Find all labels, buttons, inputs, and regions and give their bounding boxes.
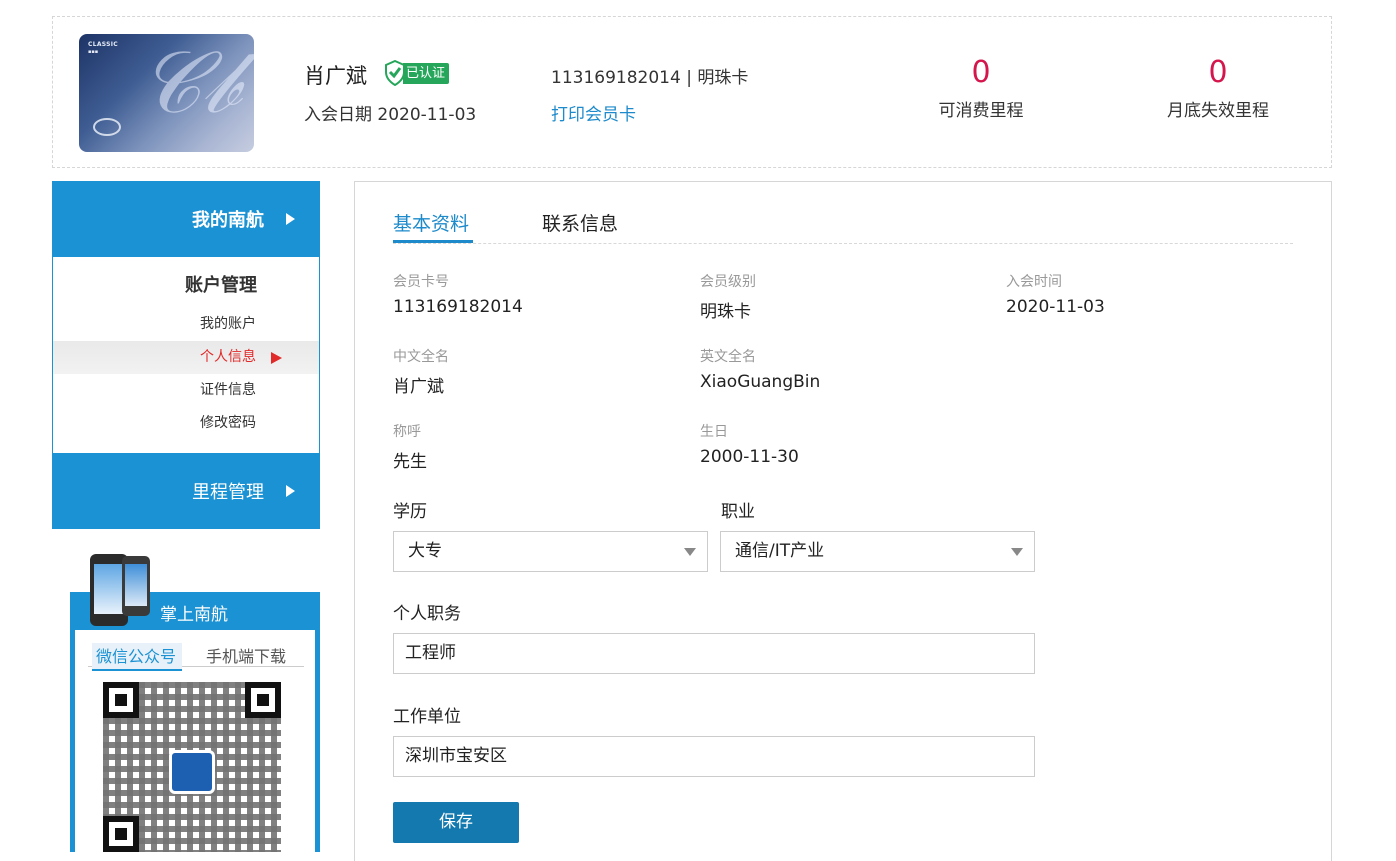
sidebar-item-id-info[interactable]: 证件信息 [53, 374, 319, 407]
stat-value: 0 [971, 55, 991, 90]
verified-label: 已认证 [403, 62, 450, 84]
sidebar-item-miles-management[interactable]: 里程管理 [52, 453, 320, 529]
print-card-link[interactable]: 打印会员卡 [551, 100, 636, 125]
field-label-join-time: 入会时间 [1006, 274, 1062, 290]
occupation-select[interactable]: 通信/IT产业 [720, 531, 1035, 572]
occupation-select-value: 通信/IT产业 [735, 541, 825, 561]
stat-expiring-miles: 0 月底失效里程 [1128, 55, 1308, 121]
qr-finder [103, 682, 139, 718]
verified-badge: 已认证 [384, 60, 450, 86]
tab-basic-info[interactable]: 基本资料 [393, 209, 469, 236]
sidebar-section-title: 账户管理 [185, 275, 257, 296]
card-subtext: ▪▪▪ [88, 49, 99, 55]
sidebar-item-my-account[interactable]: 我的账户 [53, 308, 319, 341]
promo-tabs: 微信公众号 手机端下载 [88, 643, 304, 671]
phone-image [122, 556, 150, 616]
occupation-label: 职业 [721, 502, 755, 522]
field-label-salutation: 称呼 [393, 424, 421, 440]
caret-down-icon [684, 548, 696, 556]
position-input[interactable]: 工程师 [393, 633, 1035, 674]
tab-app-download[interactable]: 手机端下载 [206, 643, 286, 667]
triangle-right-icon [286, 213, 295, 225]
field-label-chinese-name: 中文全名 [393, 349, 449, 365]
card-logo-icon [93, 118, 121, 136]
sidebar-item-label: 修改密码 [200, 415, 256, 431]
sidebar-header-label: 我的南航 [192, 210, 264, 231]
field-label-member-level: 会员级别 [700, 274, 756, 290]
field-value-join-time: 2020-11-03 [1006, 297, 1105, 317]
field-value-card-number: 113169182014 [393, 297, 523, 317]
education-label: 学历 [393, 502, 427, 522]
field-value-member-level: 明珠卡 [700, 302, 751, 322]
caret-down-icon [1011, 548, 1023, 556]
field-value-chinese-name: 肖广斌 [393, 377, 444, 397]
tab-contact-info[interactable]: 联系信息 [542, 209, 618, 236]
position-label: 个人职务 [393, 604, 461, 624]
employer-input[interactable]: 深圳市宝安区 [393, 736, 1035, 777]
stat-label: 月底失效里程 [1167, 101, 1269, 121]
mobile-app-promo: 掌上南航 微信公众号 手机端下载 [70, 554, 320, 852]
member-name: 肖广斌 [304, 64, 367, 88]
sidebar-item-label: 个人信息 [200, 349, 256, 365]
personal-info-panel: 基本资料 联系信息 会员卡号 113169182014 会员级别 明珠卡 入会时… [354, 181, 1332, 861]
active-tab-indicator [393, 240, 473, 243]
qr-logo-icon [169, 750, 215, 794]
membership-card-image: CLASSIC ▪▪▪ 𝒞𝒷 [79, 34, 254, 152]
stat-redeemable-miles: 0 可消费里程 [891, 55, 1071, 121]
promo-title: 掌上南航 [160, 605, 228, 625]
triangle-right-icon [271, 352, 282, 364]
save-button[interactable]: 保存 [393, 802, 519, 843]
field-value-birthday: 2000-11-30 [700, 447, 799, 467]
card-classic-text: CLASSIC [88, 41, 118, 48]
card-number-tier: 113169182014 | 明珠卡 [551, 68, 749, 88]
position-input-value: 工程师 [405, 643, 456, 663]
triangle-right-icon [286, 485, 295, 497]
field-value-english-name: XiaoGuangBin [700, 372, 821, 392]
qr-code-image [103, 682, 281, 852]
field-label-english-name: 英文全名 [700, 349, 756, 365]
education-select-value: 大专 [408, 541, 442, 561]
promo-panel: 微信公众号 手机端下载 [75, 630, 315, 852]
sidebar-footer-label: 里程管理 [192, 482, 264, 503]
field-label-card-number: 会员卡号 [393, 274, 449, 290]
sidebar-item-label: 我的账户 [200, 316, 256, 332]
qr-finder [103, 816, 139, 852]
member-header: CLASSIC ▪▪▪ 𝒞𝒷 肖广斌 已认证 入会日期 2020-11-03 1… [52, 16, 1332, 168]
tab-wechat[interactable]: 微信公众号 [92, 643, 183, 671]
field-value-salutation: 先生 [393, 452, 427, 472]
sidebar-item-label: 证件信息 [200, 382, 256, 398]
education-select[interactable]: 大专 [393, 531, 708, 572]
qr-finder [245, 682, 281, 718]
sidebar-item-change-password[interactable]: 修改密码 [53, 407, 319, 440]
stat-value: 0 [1208, 55, 1228, 90]
info-tabs: 基本资料 联系信息 [393, 204, 1293, 244]
field-label-birthday: 生日 [700, 424, 728, 440]
stat-label: 可消费里程 [938, 101, 1024, 121]
card-swirl-graphic: 𝒞𝒷 [139, 34, 239, 133]
sidebar-header-my-csa[interactable]: 我的南航 [52, 181, 320, 257]
sidebar-item-personal-info[interactable]: 个人信息 [53, 341, 319, 374]
employer-input-value: 深圳市宝安区 [405, 746, 507, 766]
join-date: 入会日期 2020-11-03 [304, 105, 477, 125]
employer-label: 工作单位 [393, 707, 461, 727]
